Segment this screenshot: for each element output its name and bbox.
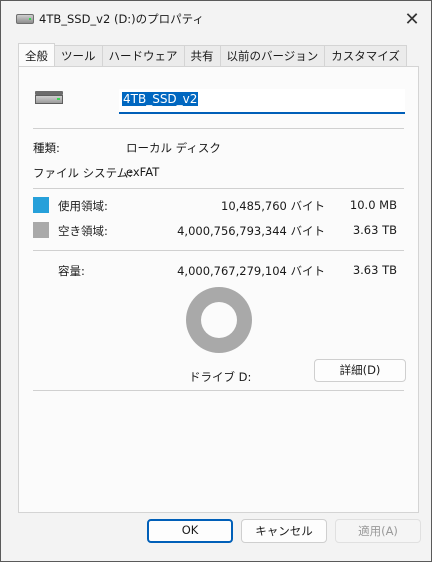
tab-customize[interactable]: カスタマイズ [324,45,407,66]
used-space-swatch [33,197,49,213]
capacity-size: 3.63 TB [352,263,397,277]
ok-button[interactable]: OK [147,519,233,543]
volume-name-input[interactable]: 4TB_SSD_v2 [119,89,405,114]
close-button[interactable]: ✕ [393,1,431,37]
volume-name-text: 4TB_SSD_v2 [122,92,199,106]
used-space-bytes: 10,485,760 バイト [221,199,325,213]
filesystem-value: exFAT [126,165,160,179]
title-bar: 4TB_SSD_v2 (D:)のプロパティ ✕ [1,1,431,37]
divider [33,390,404,391]
divider [33,188,404,189]
tab-sharing[interactable]: 共有 [183,45,221,66]
tab-general[interactable]: 全般 [18,43,55,66]
apply-button[interactable]: 適用(A) [335,519,421,543]
tab-hardware[interactable]: ハードウェア [101,45,185,66]
drive-letter-label: ドライブ D: [189,370,252,384]
free-space-size: 3.63 TB [352,223,397,237]
free-space-label: 空き領域: [58,224,108,238]
window-title: 4TB_SSD_v2 (D:)のプロパティ [39,12,204,26]
details-button[interactable]: 詳細(D) [314,359,406,382]
used-space-label: 使用領域: [58,199,108,213]
type-label: 種類: [33,141,60,155]
general-panel: 4TB_SSD_v2 種類: ローカル ディスク ファイル システム: exFA… [18,66,419,513]
free-space-swatch [33,222,49,238]
capacity-bytes: 4,000,767,279,104 バイト [177,264,325,278]
capacity-label: 容量: [58,264,85,278]
properties-window: 4TB_SSD_v2 (D:)のプロパティ ✕ 全般 ツール ハードウェア 共有… [0,0,432,562]
divider [33,250,404,251]
tab-bar: 全般 ツール ハードウェア 共有 以前のバージョン カスタマイズ [18,43,407,67]
filesystem-label: ファイル システム: [33,166,133,180]
close-icon: ✕ [404,8,420,30]
usage-donut-chart [186,287,252,353]
divider [33,128,404,129]
type-value: ローカル ディスク [126,141,221,155]
free-space-bytes: 4,000,756,793,344 バイト [177,224,325,238]
tab-tools[interactable]: ツール [54,45,103,66]
cancel-button[interactable]: キャンセル [241,519,327,543]
used-space-size: 10.0 MB [349,198,397,212]
drive-icon [35,91,63,105]
drive-icon [16,14,34,24]
tab-previous-versions[interactable]: 以前のバージョン [219,45,326,66]
donut-hole [201,302,237,338]
